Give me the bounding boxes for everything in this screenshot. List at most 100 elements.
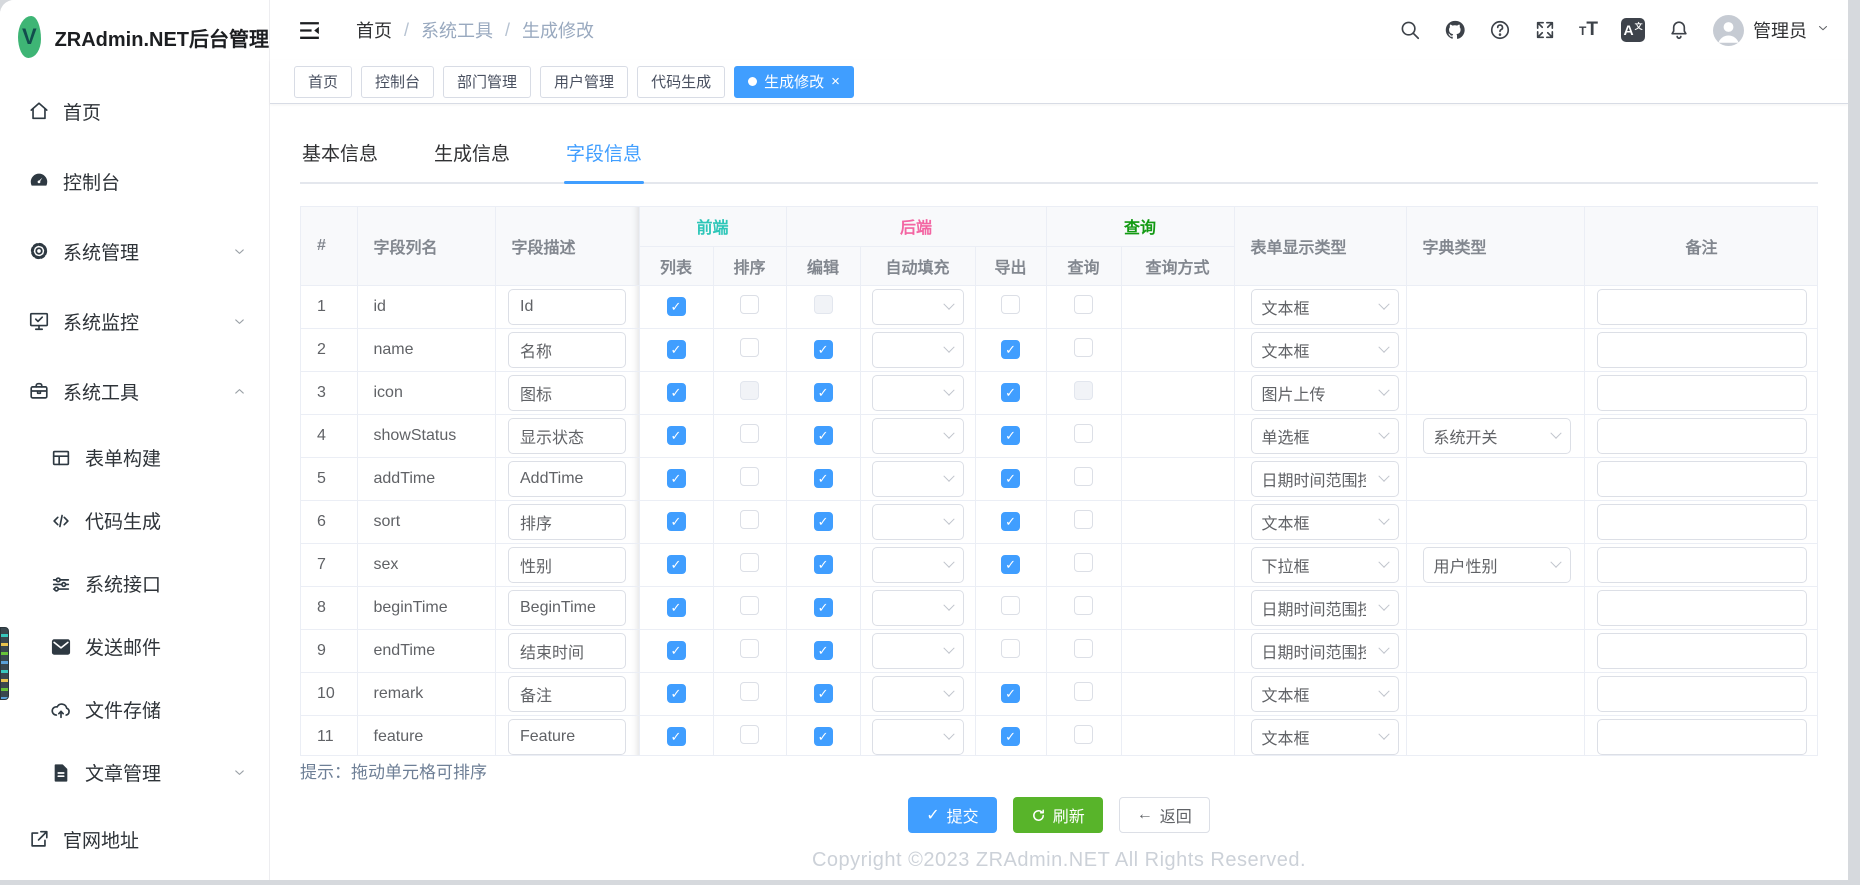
sidebar-item-article-manage[interactable]: 文章管理 bbox=[0, 741, 269, 804]
autofill-select[interactable] bbox=[872, 719, 964, 755]
font-size-icon[interactable]: TT bbox=[1579, 19, 1598, 41]
form-type-select[interactable]: 文本框 bbox=[1251, 719, 1399, 755]
remark-input[interactable] bbox=[1597, 719, 1807, 755]
export-checkbox[interactable] bbox=[1001, 596, 1020, 615]
sidebar-item-file-storage[interactable]: 文件存储 bbox=[0, 678, 269, 741]
bell-icon[interactable] bbox=[1668, 19, 1690, 41]
sidebar-item-website[interactable]: 官网地址 bbox=[0, 804, 269, 874]
field-desc-input[interactable] bbox=[508, 332, 626, 368]
export-checkbox[interactable] bbox=[1001, 383, 1020, 402]
sort-checkbox[interactable] bbox=[740, 424, 759, 443]
dict-type-select[interactable]: 用户性别 bbox=[1423, 547, 1571, 583]
list-checkbox[interactable] bbox=[667, 598, 686, 617]
tag-dept[interactable]: 部门管理 bbox=[443, 66, 531, 98]
form-type-select[interactable]: 日期时间范围控件 bbox=[1251, 633, 1399, 669]
query-checkbox[interactable] bbox=[1074, 682, 1093, 701]
breadcrumb-item[interactable]: 首页 bbox=[356, 17, 392, 43]
search-icon[interactable] bbox=[1399, 19, 1421, 41]
query-checkbox[interactable] bbox=[1074, 596, 1093, 615]
tag-gen-edit[interactable]: 生成修改× bbox=[734, 66, 854, 98]
list-checkbox[interactable] bbox=[667, 727, 686, 746]
autofill-select[interactable] bbox=[872, 332, 964, 368]
query-checkbox[interactable] bbox=[1074, 639, 1093, 658]
list-checkbox[interactable] bbox=[667, 426, 686, 445]
query-checkbox[interactable] bbox=[1074, 510, 1093, 529]
back-button[interactable]: ←返回 bbox=[1119, 797, 1210, 833]
field-desc-input[interactable] bbox=[508, 719, 626, 755]
list-checkbox[interactable] bbox=[667, 512, 686, 531]
edit-checkbox[interactable] bbox=[814, 555, 833, 574]
edit-checkbox[interactable] bbox=[814, 598, 833, 617]
remark-input[interactable] bbox=[1597, 547, 1807, 583]
sort-checkbox[interactable] bbox=[740, 596, 759, 615]
export-checkbox[interactable] bbox=[1001, 469, 1020, 488]
edit-checkbox[interactable] bbox=[814, 383, 833, 402]
sidebar-item-system-monitor[interactable]: 系统监控 bbox=[0, 286, 269, 356]
autofill-select[interactable] bbox=[872, 461, 964, 497]
export-checkbox[interactable] bbox=[1001, 512, 1020, 531]
breadcrumb-item[interactable]: 系统工具 bbox=[421, 17, 493, 43]
field-desc-input[interactable] bbox=[508, 418, 626, 454]
sort-checkbox[interactable] bbox=[740, 639, 759, 658]
field-desc-input[interactable] bbox=[508, 375, 626, 411]
edit-checkbox[interactable] bbox=[814, 469, 833, 488]
help-icon[interactable] bbox=[1489, 19, 1511, 41]
autofill-select[interactable] bbox=[872, 590, 964, 626]
form-type-select[interactable]: 日期时间范围控件 bbox=[1251, 590, 1399, 626]
list-checkbox[interactable] bbox=[667, 641, 686, 660]
export-checkbox[interactable] bbox=[1001, 295, 1020, 314]
query-checkbox[interactable] bbox=[1074, 295, 1093, 314]
edit-checkbox[interactable] bbox=[814, 426, 833, 445]
list-checkbox[interactable] bbox=[667, 297, 686, 316]
autofill-select[interactable] bbox=[872, 504, 964, 540]
list-checkbox[interactable] bbox=[667, 684, 686, 703]
export-checkbox[interactable] bbox=[1001, 340, 1020, 359]
query-checkbox[interactable] bbox=[1074, 553, 1093, 572]
tab-fields[interactable]: 字段信息 bbox=[564, 139, 644, 182]
breadcrumb-item[interactable]: 生成修改 bbox=[522, 17, 594, 43]
form-type-select[interactable]: 下拉框 bbox=[1251, 547, 1399, 583]
form-type-select[interactable]: 文本框 bbox=[1251, 289, 1399, 325]
edit-checkbox[interactable] bbox=[814, 340, 833, 359]
autofill-select[interactable] bbox=[872, 289, 964, 325]
remark-input[interactable] bbox=[1597, 504, 1807, 540]
export-checkbox[interactable] bbox=[1001, 684, 1020, 703]
edit-checkbox[interactable] bbox=[814, 512, 833, 531]
sidebar-item-dashboard[interactable]: 控制台 bbox=[0, 146, 269, 216]
tag-home[interactable]: 首页 bbox=[294, 66, 352, 98]
field-desc-input[interactable] bbox=[508, 633, 626, 669]
sort-checkbox[interactable] bbox=[740, 295, 759, 314]
sort-checkbox[interactable] bbox=[740, 553, 759, 572]
autofill-select[interactable] bbox=[872, 375, 964, 411]
autofill-select[interactable] bbox=[872, 547, 964, 583]
sidebar-item-home[interactable]: 首页 bbox=[0, 76, 269, 146]
autofill-select[interactable] bbox=[872, 418, 964, 454]
remark-input[interactable] bbox=[1597, 676, 1807, 712]
refresh-button[interactable]: 刷新 bbox=[1013, 797, 1103, 833]
remark-input[interactable] bbox=[1597, 289, 1807, 325]
form-type-select[interactable]: 文本框 bbox=[1251, 504, 1399, 540]
export-checkbox[interactable] bbox=[1001, 639, 1020, 658]
form-type-select[interactable]: 单选框 bbox=[1251, 418, 1399, 454]
query-checkbox[interactable] bbox=[1074, 467, 1093, 486]
field-desc-input[interactable] bbox=[508, 461, 626, 497]
sort-checkbox[interactable] bbox=[740, 338, 759, 357]
query-checkbox[interactable] bbox=[1074, 338, 1093, 357]
close-icon[interactable]: × bbox=[831, 74, 840, 89]
tag-user[interactable]: 用户管理 bbox=[540, 66, 628, 98]
sidebar-collapse-icon[interactable] bbox=[297, 18, 322, 43]
list-checkbox[interactable] bbox=[667, 469, 686, 488]
left-edge-widget[interactable] bbox=[0, 627, 9, 700]
sort-checkbox[interactable] bbox=[740, 510, 759, 529]
export-checkbox[interactable] bbox=[1001, 426, 1020, 445]
tag-console[interactable]: 控制台 bbox=[361, 66, 434, 98]
field-desc-input[interactable] bbox=[508, 504, 626, 540]
autofill-select[interactable] bbox=[872, 633, 964, 669]
field-desc-input[interactable] bbox=[508, 289, 626, 325]
edit-checkbox[interactable] bbox=[814, 684, 833, 703]
sidebar-item-system-api[interactable]: 系统接口 bbox=[0, 552, 269, 615]
query-checkbox[interactable] bbox=[1074, 725, 1093, 744]
field-desc-input[interactable] bbox=[508, 590, 626, 626]
query-checkbox[interactable] bbox=[1074, 424, 1093, 443]
export-checkbox[interactable] bbox=[1001, 727, 1020, 746]
